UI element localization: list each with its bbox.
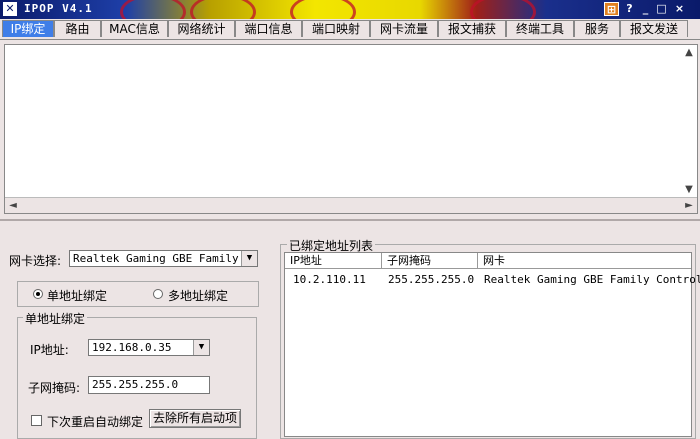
column-header-nic[interactable]: 网卡 [478,253,691,269]
tab-packet-send[interactable]: 报文发送 [620,20,688,37]
scroll-down-icon[interactable]: ▼ [681,182,697,198]
nic-select[interactable]: Realtek Gaming GBE Family Co: ▼ [69,250,258,267]
single-mode-label[interactable]: 单地址绑定 [47,287,107,304]
scroll-left-icon[interactable]: ◄ [5,198,21,214]
clear-startup-button[interactable]: 去除所有启动项 [149,409,241,428]
dropdown-arrow-icon[interactable]: ▼ [193,340,209,355]
log-output[interactable]: ▲ ▼ ◄ ► [4,44,698,214]
row-ip-cell[interactable]: 10.2.110.11 [293,273,366,286]
scroll-up-icon[interactable]: ▲ [681,45,697,61]
ip-address-value: 192.168.0.35 [92,341,172,354]
maximize-button[interactable]: □ [654,2,669,16]
dropdown-arrow-icon[interactable]: ▼ [241,251,257,266]
tab-terminal-tools[interactable]: 终端工具 [506,20,574,37]
tab-mac-info[interactable]: MAC信息 [101,20,168,37]
title-decoration [290,0,356,19]
single-bind-group-title: 单地址绑定 [23,310,88,327]
ip-label: IP地址: [30,343,69,357]
close-button[interactable]: × [672,2,687,16]
nic-select-value: Realtek Gaming GBE Family Co: [73,252,258,265]
panel-splitter[interactable] [0,219,700,221]
tab-net-stats[interactable]: 网络统计 [168,20,235,37]
title-decoration [470,0,536,19]
tab-port-info[interactable]: 端口信息 [235,20,302,37]
window-title: IPOP V4.1 [24,2,93,15]
help-button[interactable]: ? [622,2,637,16]
tab-route[interactable]: 路由 [54,20,101,37]
multi-mode-radio[interactable] [153,289,163,299]
tab-bar: IP绑定 路由 MAC信息 网络统计 端口信息 端口映射 网卡流量 报文捕获 终… [0,19,700,40]
single-mode-radio[interactable] [33,289,43,299]
scroll-right-icon[interactable]: ► [681,198,697,214]
system-menu-icon[interactable]: ✕ [3,2,17,16]
title-decoration [190,0,256,19]
reboot-autobind-label[interactable]: 下次重启自动绑定 [47,413,143,430]
subnet-mask-field[interactable]: 255.255.255.0 [88,376,210,394]
reboot-autobind-checkbox[interactable] [31,415,42,426]
ip-address-combo[interactable]: 192.168.0.35 ▼ [88,339,210,356]
column-header-ip[interactable]: IP地址 [285,253,382,269]
vertical-scrollbar[interactable]: ▲ ▼ [681,45,697,213]
tab-services[interactable]: 服务 [574,20,620,37]
title-decoration [120,0,186,19]
mask-label: 子网掩码: [28,381,81,395]
row-mask-cell[interactable]: 255.255.255.0 [388,273,474,286]
tab-ip-bind[interactable]: IP绑定 [2,20,54,37]
minimize-button[interactable]: _ [638,2,653,16]
bound-address-list[interactable]: IP地址 子网掩码 网卡 10.2.110.11 255.255.255.0 R… [284,252,700,437]
row-nic-cell[interactable]: Realtek Gaming GBE Family Controlle [484,273,700,286]
tab-packet-capture[interactable]: 报文捕获 [438,20,506,37]
tab-nic-traffic[interactable]: 网卡流量 [370,20,438,37]
title-bar: ✕ IPOP V4.1 ⊞ ? _ □ × [0,0,700,19]
app-icon[interactable]: ⊞ [604,2,619,16]
tab-port-map[interactable]: 端口映射 [302,20,370,37]
multi-mode-label[interactable]: 多地址绑定 [168,287,228,304]
nic-select-label: 网卡选择: [9,254,62,268]
horizontal-scrollbar[interactable]: ◄ ► [5,197,697,213]
column-header-mask[interactable]: 子网掩码 [382,253,478,269]
